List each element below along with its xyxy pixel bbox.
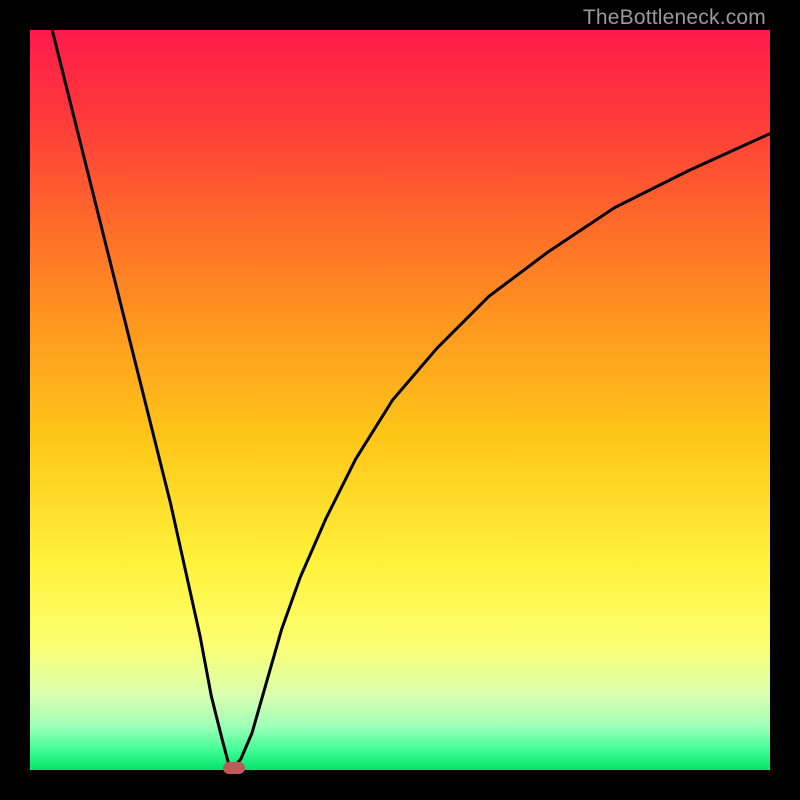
bottleneck-curve	[30, 30, 770, 770]
watermark-label: TheBottleneck.com	[583, 6, 766, 30]
chart-container: TheBottleneck.com	[0, 0, 800, 800]
plot-area	[30, 30, 770, 770]
minimum-marker	[223, 762, 245, 774]
